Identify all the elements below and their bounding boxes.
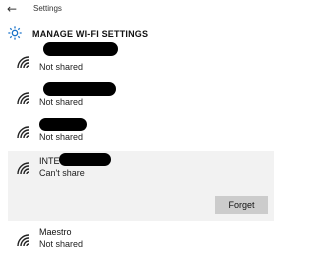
network-item[interactable]: Not shared: [8, 42, 274, 78]
wifi-icon: [17, 234, 30, 247]
wifi-icon: [17, 126, 30, 139]
page-header: MANAGE WI-FI SETTINGS: [0, 22, 295, 44]
page-title: MANAGE WI-FI SETTINGS: [32, 29, 149, 39]
gear-icon: [8, 26, 22, 40]
network-status: Not shared: [39, 132, 84, 142]
network-name: Maestro: [39, 227, 72, 237]
redaction: [39, 118, 87, 131]
wifi-icon: [17, 56, 30, 69]
network-status: Not shared: [39, 239, 84, 249]
window-title: Settings: [33, 4, 62, 13]
network-item[interactable]: Not shared: [8, 82, 274, 112]
redaction: [43, 82, 116, 96]
network-status: Not shared: [39, 97, 84, 107]
network-item-selected[interactable]: INTE Can't share Forget: [8, 151, 274, 221]
title-bar: ← Settings: [0, 0, 295, 20]
network-item[interactable]: Not shared: [8, 116, 274, 146]
network-status: Not shared: [39, 62, 84, 72]
redaction: [59, 153, 111, 166]
forget-button[interactable]: Forget: [215, 196, 268, 214]
wifi-icon: [17, 92, 30, 105]
back-arrow-icon[interactable]: ←: [7, 2, 21, 16]
network-name: INTE: [39, 156, 60, 166]
network-item[interactable]: Maestro Not shared: [8, 225, 274, 253]
network-status: Can't share: [39, 168, 85, 178]
redaction: [43, 42, 118, 56]
wifi-icon: [17, 162, 30, 175]
